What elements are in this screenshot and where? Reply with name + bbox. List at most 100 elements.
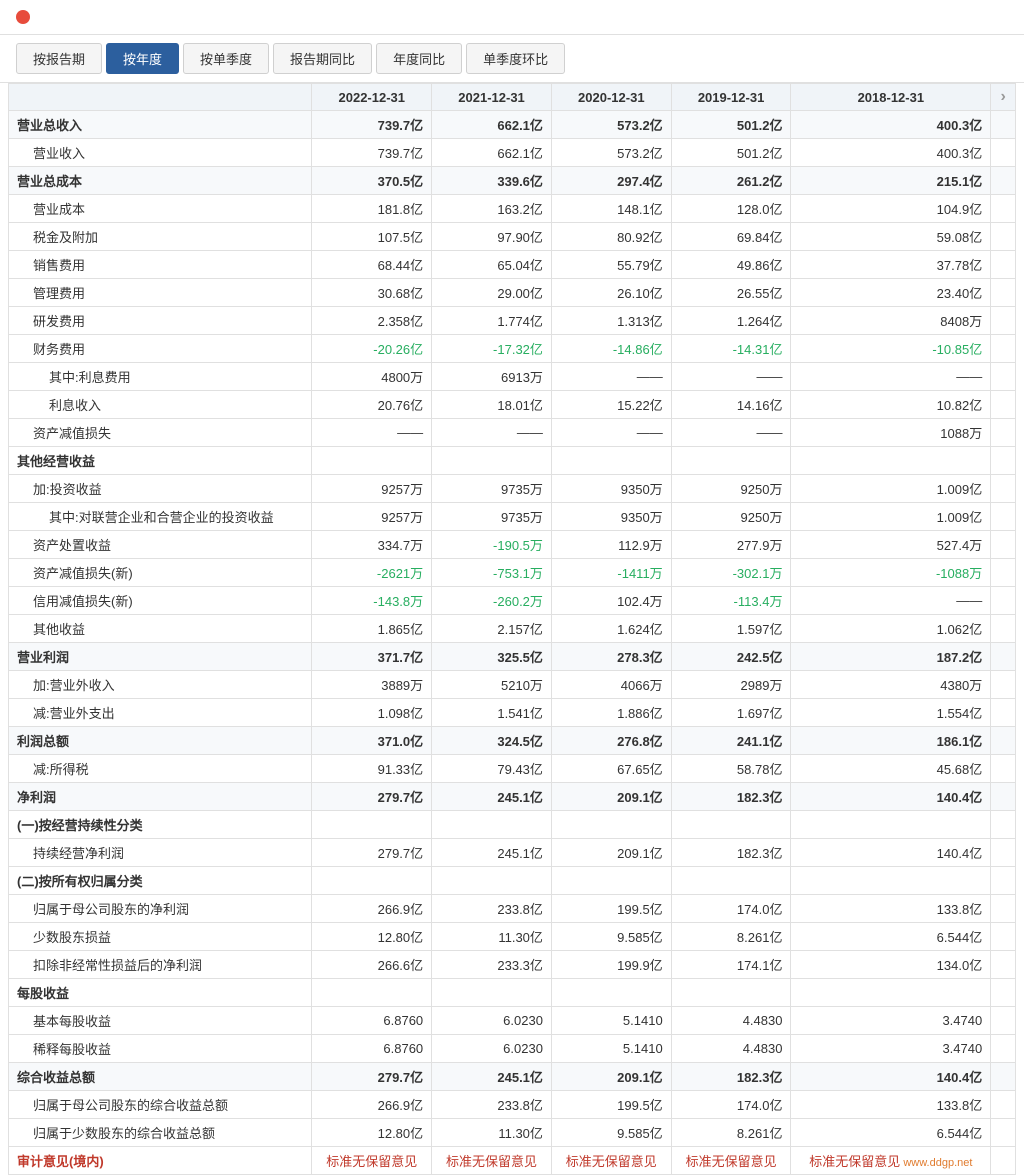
row-value: 215.1亿 (791, 167, 991, 195)
row-label: 其中:对联营企业和合营企业的投资收益 (9, 503, 312, 531)
row-value: 45.68亿 (791, 755, 991, 783)
row-value: -260.2万 (432, 587, 552, 615)
row-value: 91.33亿 (312, 755, 432, 783)
row-spacer (991, 419, 1016, 447)
tab-0[interactable]: 按报告期 (16, 43, 102, 74)
row-value: 199.5亿 (551, 895, 671, 923)
row-spacer (991, 727, 1016, 755)
row-value: 241.1亿 (671, 727, 791, 755)
col-header-label (9, 84, 312, 111)
row-label: 减:营业外支出 (9, 699, 312, 727)
row-label: 其中:利息费用 (9, 363, 312, 391)
row-value: 23.40亿 (791, 279, 991, 307)
row-value: 11.30亿 (432, 923, 552, 951)
table-row: 信用减值损失(新)-143.8万-260.2万102.4万-113.4万—— (9, 587, 1016, 615)
row-value (312, 979, 432, 1007)
row-value: 1.554亿 (791, 699, 991, 727)
row-value (432, 447, 552, 475)
row-value: 9735万 (432, 503, 552, 531)
row-value: 400.3亿 (791, 139, 991, 167)
row-spacer (991, 223, 1016, 251)
row-value (671, 811, 791, 839)
table-row: 扣除非经常性损益后的净利润266.6亿233.3亿199.9亿174.1亿134… (9, 951, 1016, 979)
row-value: 9.585亿 (551, 1119, 671, 1147)
row-value: 4.4830 (671, 1035, 791, 1063)
table-row: 其中:利息费用4800万6913万—————— (9, 363, 1016, 391)
row-spacer (991, 755, 1016, 783)
row-value (791, 867, 991, 895)
row-label: 归属于母公司股东的净利润 (9, 895, 312, 923)
row-value: 181.8亿 (312, 195, 432, 223)
row-label: 信用减值损失(新) (9, 587, 312, 615)
row-value (551, 979, 671, 1007)
row-value: 8.261亿 (671, 923, 791, 951)
row-value: 26.10亿 (551, 279, 671, 307)
row-value: 3.4740 (791, 1035, 991, 1063)
row-spacer (991, 391, 1016, 419)
tab-2[interactable]: 按单季度 (183, 43, 269, 74)
row-value: 标准无保留意见 (432, 1147, 552, 1175)
row-spacer (991, 195, 1016, 223)
row-spacer (991, 783, 1016, 811)
row-value: 662.1亿 (432, 139, 552, 167)
row-value: 标准无保留意见 www.ddgp.net (791, 1147, 991, 1175)
table-row: 基本每股收益6.87606.02305.14104.48303.4740 (9, 1007, 1016, 1035)
row-value: -17.32亿 (432, 335, 552, 363)
tab-3[interactable]: 报告期同比 (273, 43, 372, 74)
row-label: 净利润 (9, 783, 312, 811)
row-value: 标准无保留意见 (671, 1147, 791, 1175)
row-spacer (991, 531, 1016, 559)
row-value: —— (551, 419, 671, 447)
row-label: 资产减值损失 (9, 419, 312, 447)
row-value: 9.585亿 (551, 923, 671, 951)
tab-5[interactable]: 单季度环比 (466, 43, 565, 74)
row-value: —— (671, 419, 791, 447)
col-header-2022: 2022-12-31 (312, 84, 432, 111)
row-value: 5.1410 (551, 1007, 671, 1035)
row-value: 276.8亿 (551, 727, 671, 755)
row-value: 1.597亿 (671, 615, 791, 643)
row-value: 199.5亿 (551, 1091, 671, 1119)
row-label: 其他经营收益 (9, 447, 312, 475)
table-row: 持续经营净利润279.7亿245.1亿209.1亿182.3亿140.4亿 (9, 839, 1016, 867)
row-value (312, 811, 432, 839)
row-value: 4.4830 (671, 1007, 791, 1035)
row-value: 279.7亿 (312, 783, 432, 811)
tab-4[interactable]: 年度同比 (376, 43, 462, 74)
next-page-button[interactable]: › (991, 84, 1016, 111)
row-label: 扣除非经常性损益后的净利润 (9, 951, 312, 979)
row-label: 加:营业外收入 (9, 671, 312, 699)
row-value (671, 979, 791, 1007)
table-row: 其他收益1.865亿2.157亿1.624亿1.597亿1.062亿 (9, 615, 1016, 643)
row-value (791, 447, 991, 475)
row-value (551, 811, 671, 839)
row-value: 1.009亿 (791, 475, 991, 503)
row-value: 9735万 (432, 475, 552, 503)
row-value: 1.774亿 (432, 307, 552, 335)
row-value: 334.7万 (312, 531, 432, 559)
row-value: 49.86亿 (671, 251, 791, 279)
row-value: 278.3亿 (551, 643, 671, 671)
row-value: 4380万 (791, 671, 991, 699)
table-row: 利息收入20.76亿18.01亿15.22亿14.16亿10.82亿 (9, 391, 1016, 419)
row-value: 1.098亿 (312, 699, 432, 727)
row-value: 1.624亿 (551, 615, 671, 643)
tab-1[interactable]: 按年度 (106, 43, 179, 74)
row-value: —— (432, 419, 552, 447)
row-value: 10.82亿 (791, 391, 991, 419)
row-value: 371.7亿 (312, 643, 432, 671)
row-value: 245.1亿 (432, 839, 552, 867)
row-value: 297.4亿 (551, 167, 671, 195)
tab-bar: 按报告期按年度按单季度报告期同比年度同比单季度环比 (0, 35, 1024, 83)
row-spacer (991, 167, 1016, 195)
row-label: 加:投资收益 (9, 475, 312, 503)
row-value: 400.3亿 (791, 111, 991, 139)
row-value: 128.0亿 (671, 195, 791, 223)
col-header-2018: 2018-12-31 (791, 84, 991, 111)
table-row: 利润总额371.0亿324.5亿276.8亿241.1亿186.1亿 (9, 727, 1016, 755)
row-value: 182.3亿 (671, 783, 791, 811)
table-container: 2022-12-31 2021-12-31 2020-12-31 2019-12… (0, 83, 1024, 1175)
row-value: 102.4万 (551, 587, 671, 615)
row-value: -20.26亿 (312, 335, 432, 363)
col-header-2020: 2020-12-31 (551, 84, 671, 111)
